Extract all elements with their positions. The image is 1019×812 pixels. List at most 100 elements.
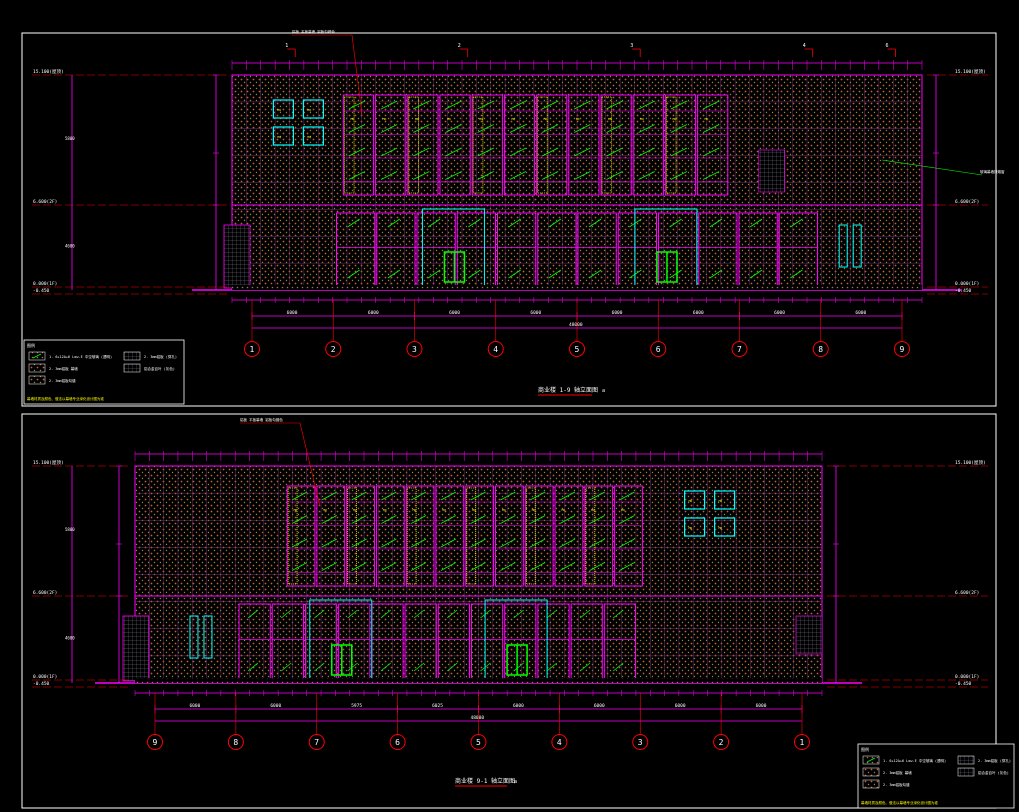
axis-label: 3: [412, 345, 417, 354]
axis-label: 5: [575, 345, 580, 354]
window-tag: MQ: [383, 117, 387, 121]
axis-label: 8: [818, 345, 823, 354]
legend-item: 2. 3mm铝板 (穿孔): [978, 758, 1011, 763]
axis-label: 7: [314, 738, 319, 747]
legend-box: [857, 743, 1015, 809]
bay-dim-value: 6000: [513, 703, 524, 709]
window-tag: MQ: [576, 117, 580, 121]
axis-label: 2: [719, 738, 724, 747]
legend-title: 图例: [27, 342, 35, 348]
top-axis-label: 1: [285, 43, 288, 49]
bay-dim-value: 6000: [449, 310, 460, 316]
cad-drawing: MQ MQ MQ MQ MQ MQ MQ MQ MQ MQ MQ MQ MQ MQ MQ MQ 6000 6000…: [21, 29, 1015, 809]
window-tag: MQ: [705, 117, 709, 121]
bay-dim-value: 6000: [774, 310, 785, 316]
bay-dim-value: 6000: [675, 703, 686, 709]
level-label-right: 6.600(2F): [955, 199, 979, 205]
upper-title: 商业楼 1-9 轴立面图: [538, 386, 598, 394]
level-label-left: 6.600(2F): [33, 199, 57, 205]
legend-swatch: [28, 363, 46, 373]
overall-dim-value: 48000: [471, 715, 485, 721]
window-tag: MQ: [350, 117, 354, 121]
level-label-right: 0.000(1F): [955, 674, 979, 680]
legend-note: 幕墙材质及颜色、做法以幕墙专业深化设计图为准: [27, 396, 104, 401]
level-label-left: 6.600(2F): [33, 590, 57, 596]
axis-label: 9: [153, 738, 158, 747]
bay-dim-value: 6000: [855, 310, 866, 316]
legend-item: 铝合金百叶 (灰色): [978, 770, 1009, 775]
window-tag: MQ: [640, 117, 644, 121]
lower-title: 商业楼 9-1 轴立面图: [455, 777, 515, 785]
bay-dim-value: 6000: [594, 703, 605, 709]
level-label-left: -0.450: [33, 681, 50, 687]
legend-item: 铝合金百叶 (灰色): [144, 366, 175, 371]
window-tag: MQ: [307, 135, 311, 139]
axis-label: 5: [476, 738, 481, 747]
legend-item: 2. 3mm铝板 幕墙: [49, 366, 78, 371]
level-label-left: -0.450: [33, 288, 50, 294]
window-tag: MQ: [621, 508, 625, 512]
height-dim-value: 4600: [65, 244, 75, 249]
axis-label: 6: [656, 345, 661, 354]
base-plinth: [135, 678, 822, 683]
level-label-right: 0.000(1F): [955, 281, 979, 287]
window-tag: MQ: [511, 117, 515, 121]
bay-dim-value: 6000: [368, 310, 379, 316]
stair-block: [223, 224, 251, 289]
upper-title-scale: a: [602, 388, 605, 394]
legend-swatch: [957, 755, 975, 765]
level-label-right: 6.600(2F): [955, 590, 979, 596]
axis-label: 9: [900, 345, 905, 354]
axis-label: 1: [800, 738, 805, 747]
top-axis-label: 2: [458, 43, 461, 49]
window-tag: MQ: [323, 508, 327, 512]
window-tag: MQ: [442, 508, 446, 512]
legend-item: 2. 3mm铝板勾缝: [49, 378, 76, 383]
legend-item: 2. 3mm铝板勾缝: [883, 782, 910, 787]
legend-item: 2. 3mm铝板 (穿孔): [144, 354, 177, 359]
legend-box: [23, 339, 185, 405]
annotation-text: 铝板 平板幕墙 铝板勾缝色: [240, 417, 283, 422]
axis-label: 3: [638, 738, 643, 747]
window-tag: MQ: [672, 117, 676, 121]
legend-swatch: [957, 767, 975, 777]
legend-item: 1. 6+12A+6 Low-E 中空玻璃 (透明): [49, 354, 112, 359]
legend-lower: 图例 1. 6+12A+6 Low-E 中空玻璃 (透明) 2. 3mm铝板 幕墙 2…: [857, 743, 1015, 809]
window-tag: MQ: [689, 499, 693, 503]
legend-swatch: [862, 779, 880, 789]
window-tag: MQ: [413, 508, 417, 512]
level-label-right: -0.450: [955, 681, 972, 687]
window-tag: MQ: [719, 499, 723, 503]
upper-elevation: MQ MQ MQ MQ MQ MQ MQ MQ MQ MQ MQ MQ MQ MQ MQ MQ 6000 6000…: [32, 29, 1005, 357]
level-label-left: 0.000(1F): [33, 281, 57, 287]
window-tag: MQ: [277, 108, 281, 112]
lower-title-scale: a: [514, 779, 517, 785]
louver-panel: [795, 615, 823, 655]
legend-swatch: [123, 363, 141, 373]
bay-dim-value: 6000: [270, 703, 281, 709]
window-tag: MQ: [532, 508, 536, 512]
window-tag: MQ: [447, 117, 451, 121]
window-tag: MQ: [353, 508, 357, 512]
level-label-right: 15.100(屋顶): [955, 460, 986, 466]
axis-label: 4: [493, 345, 498, 354]
bay-dim-value: 6000: [756, 703, 767, 709]
window-tag: MQ: [472, 508, 476, 512]
window-tag: MQ: [383, 508, 387, 512]
bay-dim-value: 5975: [351, 703, 362, 709]
level-label-left: 0.000(1F): [33, 674, 57, 680]
legend-swatch: [123, 351, 141, 361]
height-dim-value: 5800: [65, 136, 75, 141]
window-tag: MQ: [502, 508, 506, 512]
axis-label: 7: [737, 345, 742, 354]
window-tag: MQ: [415, 117, 419, 121]
level-label-right: 15.100(屋顶): [955, 69, 986, 75]
window-tag: MQ: [562, 508, 566, 512]
bay-dim-value: 6000: [693, 310, 704, 316]
window-tag: MQ: [689, 526, 693, 530]
lower-elevation: MQ MQ MQ MQ MQ MQ MQ MQ MQ MQ MQ MQ MQ MQ MQ MQ 6000 6000…: [32, 417, 988, 750]
window-tag: MQ: [277, 135, 281, 139]
window-tag: MQ: [479, 117, 483, 121]
legend-swatch: [862, 767, 880, 777]
bay-dim-value: 6025: [432, 703, 443, 709]
